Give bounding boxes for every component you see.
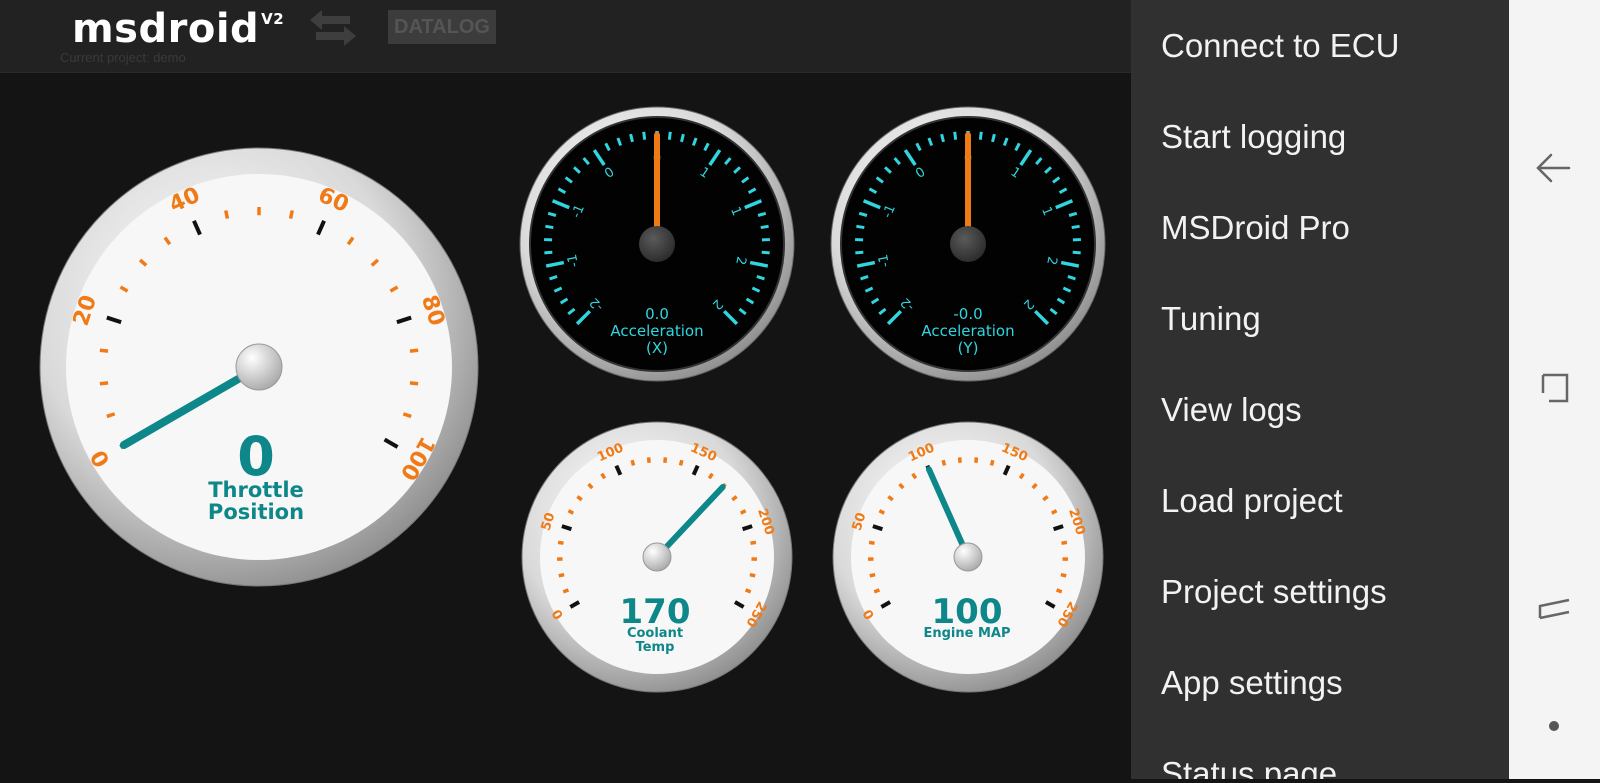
app-logo: msdroidV2: [72, 6, 284, 52]
minor-tick: [750, 542, 755, 543]
minor-tick: [682, 134, 684, 142]
menu-item-status-page[interactable]: Status page: [1161, 744, 1337, 779]
recents-icon[interactable]: [1509, 357, 1600, 417]
back-icon[interactable]: [1509, 138, 1600, 198]
menu-item-view-logs[interactable]: View logs: [1161, 380, 1302, 440]
minor-tick: [1073, 252, 1081, 253]
logo-version: V2: [261, 10, 284, 28]
minor-tick: [879, 511, 884, 514]
minor-tick: [859, 213, 867, 215]
minor-tick: [980, 132, 981, 140]
minor-tick: [100, 383, 108, 384]
minor-tick: [1052, 511, 1057, 514]
minor-tick: [410, 350, 418, 351]
minor-tick: [558, 542, 563, 543]
gauge-label: Engine MAP: [923, 626, 1010, 641]
minor-tick: [544, 252, 552, 253]
gauge-hub: [639, 226, 675, 262]
gauge-label: (X): [646, 339, 668, 357]
gauge-panel: 0204060801000ThrottlePosition -2-1-10011…: [0, 73, 1131, 779]
menu-item-project-settings[interactable]: Project settings: [1161, 562, 1387, 622]
minor-tick: [942, 134, 944, 142]
minor-tick: [1061, 542, 1066, 543]
gauge-value: 0.0: [645, 305, 669, 323]
minor-tick: [870, 575, 875, 576]
minor-tick: [548, 213, 556, 215]
gauge-label: (Y): [958, 339, 979, 357]
minor-tick: [992, 460, 993, 465]
minor-tick: [631, 134, 633, 142]
minor-tick: [855, 252, 863, 253]
minor-tick: [741, 511, 746, 514]
minor-tick: [750, 575, 755, 576]
minor-tick: [856, 226, 864, 227]
overflow-menu: Connect to ECU Start logging MSDroid Pro…: [1131, 0, 1509, 779]
minor-tick: [1072, 226, 1080, 227]
minor-tick: [955, 132, 956, 140]
minor-tick: [746, 590, 751, 592]
dashboard: 0204060801000ThrottlePosition -2-1-10011…: [0, 73, 1131, 779]
acceleration-x-gauge: -2-1-10011220.0Acceleration(X): [520, 107, 794, 381]
menu-item-app-settings[interactable]: App settings: [1161, 653, 1343, 713]
gauge-label: Temp: [636, 640, 675, 655]
minor-tick: [226, 210, 228, 218]
gauge-hub: [954, 543, 982, 571]
gauge-hub: [950, 226, 986, 262]
minor-tick: [869, 542, 874, 543]
minor-tick: [681, 460, 682, 465]
minor-tick: [559, 575, 564, 576]
throttle-gauge: 0204060801000ThrottlePosition: [40, 148, 478, 586]
minor-tick: [632, 460, 633, 465]
minor-tick: [107, 414, 115, 417]
system-navigation-bar: [1509, 0, 1600, 779]
logo-text: msdroid: [72, 6, 259, 52]
minor-tick: [291, 210, 293, 218]
gauge-label: Acceleration: [921, 322, 1014, 340]
minor-tick: [1069, 213, 1077, 215]
menu-item-load-project[interactable]: Load project: [1161, 471, 1343, 531]
minor-tick: [758, 213, 766, 215]
minor-tick: [545, 226, 553, 227]
gauge-label: Throttle: [208, 478, 304, 502]
minor-tick: [993, 134, 995, 142]
engine-map-gauge: 050100150200250100Engine MAP: [833, 422, 1103, 692]
gauge-label: Coolant: [627, 626, 683, 641]
minor-tick: [644, 132, 645, 140]
gauge-label: Position: [208, 500, 304, 524]
minor-tick: [563, 590, 568, 592]
menu-item-tuning[interactable]: Tuning: [1161, 289, 1261, 349]
minor-tick: [1057, 590, 1062, 592]
acceleration-y-gauge: -2-1-1001122-0.0Acceleration(Y): [831, 107, 1105, 381]
menu-item-start-logging[interactable]: Start logging: [1161, 107, 1346, 167]
minor-tick: [669, 132, 670, 140]
datalog-button[interactable]: DATALOG: [388, 10, 496, 44]
minor-tick: [100, 350, 108, 351]
assistant-dot-icon[interactable]: [1509, 696, 1600, 756]
minor-tick: [410, 383, 418, 384]
minor-tick: [761, 226, 769, 227]
gauge-hub: [236, 344, 282, 390]
minor-tick: [874, 590, 879, 592]
minor-tick: [943, 460, 944, 465]
gauge-label: Acceleration: [610, 322, 703, 340]
gauge-value: -0.0: [953, 305, 982, 323]
gauge-hub: [643, 543, 671, 571]
minor-tick: [762, 252, 770, 253]
minor-tick: [1061, 575, 1066, 576]
minor-tick: [568, 511, 573, 514]
coolant-temp-gauge: 050100150200250170CoolantTemp: [522, 422, 792, 692]
current-project-label: Current project: demo: [60, 50, 186, 65]
menu-item-connect-ecu[interactable]: Connect to ECU: [1161, 16, 1399, 76]
home-icon[interactable]: [1509, 578, 1600, 638]
app-toolbar: msdroidV2 Current project: demo DATALOG: [0, 0, 1131, 73]
swap-arrows-icon[interactable]: [306, 8, 360, 48]
menu-item-msdroid-pro[interactable]: MSDroid Pro: [1161, 198, 1350, 258]
minor-tick: [403, 414, 411, 417]
